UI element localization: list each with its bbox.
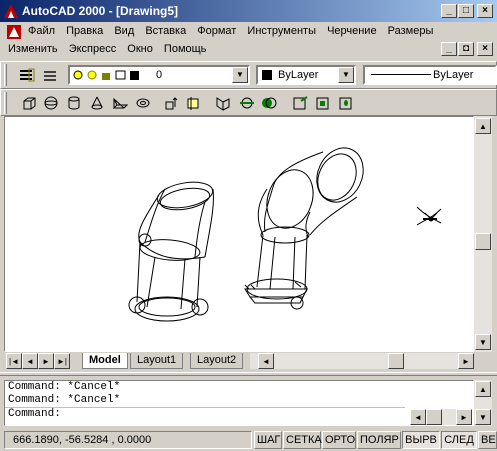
command-history-line: Command: *Cancel*: [8, 394, 121, 406]
cmd-scroll-left-button[interactable]: ◄: [410, 409, 426, 425]
setup-drawing-icon[interactable]: [290, 92, 312, 114]
tab-layout2[interactable]: Layout2: [190, 353, 244, 369]
torus-icon[interactable]: [132, 92, 154, 114]
color-swatch: [262, 70, 272, 80]
menu-draw[interactable]: Черчение: [327, 25, 377, 37]
autocad-logo-icon: [4, 4, 18, 18]
menu-dimension[interactable]: Размеры: [388, 25, 434, 37]
toolbar-grip[interactable]: [4, 92, 7, 114]
maximize-button[interactable]: □: [458, 4, 474, 18]
tab-layout1[interactable]: Layout1: [130, 353, 184, 369]
coordinates-display[interactable]: 666.1890, -56.5284 , 0.0000: [4, 431, 252, 449]
wedge-icon[interactable]: [109, 92, 131, 114]
drawing-model: [128, 147, 442, 322]
doc-close-button[interactable]: ×: [477, 42, 493, 56]
command-prompt[interactable]: Command:: [5, 407, 405, 420]
setup-profile-icon[interactable]: [336, 92, 358, 114]
snap-toggle[interactable]: ШАГ: [254, 431, 282, 449]
menu-modify[interactable]: Изменить: [8, 43, 58, 55]
extrude-icon[interactable]: [160, 92, 182, 114]
cmd-scroll-down-button[interactable]: ▼: [475, 409, 491, 425]
cone-icon[interactable]: [86, 92, 108, 114]
menu-view[interactable]: Вид: [114, 25, 134, 37]
menu-edit[interactable]: Правка: [66, 25, 103, 37]
tab-model[interactable]: Model: [82, 353, 128, 369]
polar-toggle[interactable]: ПОЛЯР: [357, 431, 401, 449]
cmd-hscroll-thumb[interactable]: [426, 409, 442, 425]
layer-name: 0: [156, 69, 163, 81]
osnap-toggle[interactable]: ВЫРВ: [402, 431, 440, 449]
layer-previous-icon[interactable]: [40, 64, 62, 86]
tab-next-button[interactable]: ►: [38, 353, 54, 369]
toolbar-grip[interactable]: [4, 64, 7, 86]
close-button[interactable]: ×: [477, 4, 493, 18]
horizontal-scrollbar[interactable]: [250, 353, 458, 369]
linetype-sample: [371, 74, 431, 75]
scroll-up-button[interactable]: ▲: [475, 118, 491, 134]
document-icon[interactable]: [6, 24, 22, 43]
linetype-value: ByLayer: [433, 69, 474, 81]
cmd-scroll-right-button[interactable]: ►: [456, 409, 472, 425]
scroll-right-button[interactable]: ►: [458, 353, 474, 369]
section-icon[interactable]: [236, 92, 258, 114]
scroll-down-button[interactable]: ▼: [475, 334, 491, 350]
ortho-toggle[interactable]: ОРТО: [322, 431, 356, 449]
menu-window[interactable]: Окно: [127, 43, 153, 55]
command-history-line: Command: *Cancel*: [8, 381, 121, 393]
tab-prev-button[interactable]: ◄: [22, 353, 38, 369]
cylinder-icon[interactable]: [63, 92, 85, 114]
menu-help[interactable]: Помощь: [164, 43, 207, 55]
scroll-left-button[interactable]: ◄: [258, 353, 274, 369]
layers-icon[interactable]: [16, 64, 38, 86]
color-value: ByLayer: [278, 69, 319, 81]
window-title: AutoCAD 2000 - [Drawing5]: [22, 4, 179, 18]
cmd-scroll-up-button[interactable]: ▲: [475, 381, 491, 397]
tab-last-button[interactable]: ►|: [54, 353, 70, 369]
grid-toggle[interactable]: СЕТКА: [283, 431, 322, 449]
setup-view-icon[interactable]: [313, 92, 335, 114]
chevron-down-icon[interactable]: ▼: [338, 67, 354, 83]
doc-minimize-button[interactable]: _: [441, 42, 457, 56]
revolve-icon[interactable]: [183, 92, 205, 114]
menu-express[interactable]: Экспресс: [69, 43, 117, 55]
command-window[interactable]: Command: *Cancel* Command: *Cancel* Comm…: [4, 380, 474, 426]
slice-icon[interactable]: [212, 92, 234, 114]
menu-format[interactable]: Формат: [197, 25, 236, 37]
linetype-dropdown[interactable]: ByLayer: [363, 65, 497, 85]
lwt-toggle[interactable]: ВЕ: [478, 431, 497, 449]
hscroll-thumb[interactable]: [388, 353, 404, 369]
splitter[interactable]: [0, 372, 497, 376]
doc-restore-button[interactable]: ◘: [458, 42, 474, 56]
menu-insert[interactable]: Вставка: [145, 25, 186, 37]
layer-dropdown[interactable]: 0 ▼: [68, 65, 250, 85]
menu-bar-2: Изменить Экспресс Окно Помощь: [8, 43, 214, 61]
scroll-thumb[interactable]: [475, 233, 491, 250]
title-bar: AutoCAD 2000 - [Drawing5] _ □ ×: [0, 0, 497, 22]
minimize-button[interactable]: _: [441, 4, 457, 18]
chevron-down-icon[interactable]: ▼: [232, 67, 248, 83]
interference-icon[interactable]: [258, 92, 280, 114]
layer-state-icons: [73, 70, 139, 80]
otrack-toggle[interactable]: СЛЕД: [441, 431, 477, 449]
menu-tools[interactable]: Инструменты: [247, 25, 316, 37]
menu-bar: Файл Правка Вид Вставка Формат Инструмен…: [28, 25, 441, 43]
box-icon[interactable]: [18, 92, 40, 114]
sphere-icon[interactable]: [40, 92, 62, 114]
menu-file[interactable]: Файл: [28, 25, 55, 37]
tab-first-button[interactable]: |◄: [6, 353, 22, 369]
color-dropdown[interactable]: ByLayer ▼: [256, 65, 356, 85]
drawing-canvas[interactable]: [4, 116, 474, 352]
